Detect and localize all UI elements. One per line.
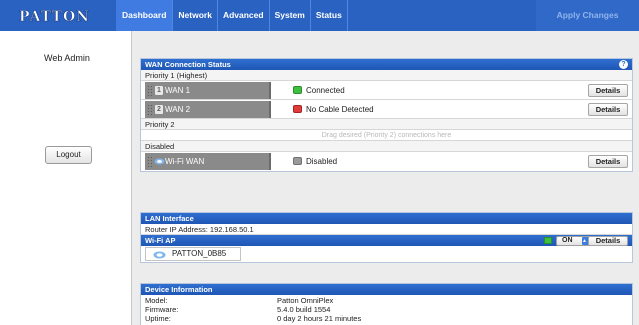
wifi-icon — [153, 251, 166, 259]
connection-status: Disabled — [293, 156, 337, 167]
wifi-ap-row: PATTON_0B85 — [141, 246, 632, 262]
wan-1-details-button[interactable]: Details — [588, 84, 628, 97]
wan-2-drag-handle[interactable]: 2 WAN 2 — [145, 101, 271, 118]
grip-icon — [147, 156, 153, 167]
connection-name: WAN 1 — [165, 86, 191, 95]
number-2-icon: 2 — [155, 105, 163, 114]
wifi-icon — [154, 158, 165, 165]
wifi-ap-header: Wi-Fi AP ON ▲▼ Details — [141, 235, 632, 246]
status-text: Disabled — [306, 157, 338, 166]
wifi-wan-row: Wi-Fi WAN Disabled Details — [141, 152, 632, 171]
panel-header: Device Information — [141, 284, 632, 295]
wifi-ap-details-button[interactable]: Details — [588, 236, 628, 246]
patton-logo: PATTON — [19, 9, 90, 24]
sidebar-title: Web Admin — [44, 53, 90, 63]
wan-1-drag-handle[interactable]: 1 WAN 1 — [145, 82, 271, 99]
panel-header: WAN Connection Status ? — [141, 59, 632, 70]
logout-button[interactable]: Logout — [45, 146, 92, 164]
tab-advanced[interactable]: Advanced — [218, 0, 269, 31]
priority-2-label: Priority 2 — [141, 119, 632, 130]
wan-2-details-button[interactable]: Details — [588, 103, 628, 116]
wan-2-row: 2 WAN 2 No Cable Detected Details — [141, 100, 632, 119]
priority-2-drop-zone[interactable]: Drag desired (Priority 2) connections he… — [141, 130, 632, 141]
wifi-ap-status-led-icon — [544, 237, 552, 244]
info-key: Firmware: — [145, 305, 179, 314]
tab-status[interactable]: Status — [311, 0, 347, 31]
grip-icon — [147, 104, 153, 115]
wifi-wan-details-button[interactable]: Details — [588, 155, 628, 168]
info-value: Patton OmniPlex — [277, 296, 334, 305]
svg-text:PATTON: PATTON — [19, 9, 90, 24]
panel-title: WAN Connection Status — [145, 60, 231, 69]
ssid-cell: PATTON_0B85 — [145, 247, 241, 261]
info-value: 5.4.0 build 1554 — [277, 305, 331, 314]
tab-dashboard[interactable]: Dashboard — [116, 0, 173, 31]
priority-1-label: Priority 1 (Highest) — [141, 70, 632, 81]
tab-network[interactable]: Network — [173, 0, 217, 31]
sidebar: Web Admin Logout — [0, 31, 130, 325]
dashboard-content: WAN Connection Status ? Priority 1 (High… — [131, 31, 639, 325]
wan-1-row: 1 WAN 1 Connected Details — [141, 81, 632, 100]
top-navigation-bar: PATTON Dashboard Network Advanced System… — [0, 0, 639, 31]
nav-divider — [346, 0, 348, 31]
device-info-row: Firmware: 5.4.0 build 1554 — [141, 305, 632, 314]
connection-status: No Cable Detected — [293, 104, 374, 115]
status-led-icon — [293, 105, 302, 113]
wifi-wan-drag-handle[interactable]: Wi-Fi WAN — [145, 153, 271, 170]
panel-title: Device Information — [145, 285, 213, 294]
lan-interface-panel: LAN Interface Router IP Address: 192.168… — [140, 212, 633, 263]
status-text: No Cable Detected — [306, 105, 374, 114]
status-led-icon — [293, 86, 302, 94]
help-icon[interactable]: ? — [619, 60, 628, 69]
connection-name: Wi-Fi WAN — [165, 157, 205, 166]
status-text: Connected — [306, 86, 345, 95]
ssid-name: PATTON_0B85 — [172, 249, 227, 258]
connection-name: WAN 2 — [165, 105, 191, 114]
device-info-row: Uptime: 0 day 2 hours 21 minutes — [141, 314, 632, 323]
panel-title: LAN Interface — [145, 214, 194, 223]
main-nav: Dashboard Network Advanced System Status — [116, 0, 348, 31]
tab-system[interactable]: System — [270, 0, 310, 31]
number-1-icon: 1 — [155, 86, 163, 95]
connection-status: Connected — [293, 85, 345, 96]
grip-icon — [147, 85, 153, 96]
device-information-panel: Device Information Model: Patton OmniPle… — [140, 283, 633, 325]
wan-connection-panel: WAN Connection Status ? Priority 1 (High… — [140, 58, 633, 172]
panel-title: Wi-Fi AP — [145, 236, 176, 245]
panel-header: LAN Interface — [141, 213, 632, 224]
router-ip-address: Router IP Address: 192.168.50.1 — [141, 224, 632, 235]
info-key: Uptime: — [145, 314, 171, 323]
apply-changes-button[interactable]: Apply Changes — [536, 0, 639, 31]
device-info-row: Model: Patton OmniPlex — [141, 296, 632, 305]
disabled-label: Disabled — [141, 141, 632, 152]
status-led-icon — [293, 157, 302, 165]
select-value: ON — [562, 237, 573, 244]
wifi-ap-state-select[interactable]: ON ▲▼ — [556, 236, 592, 246]
info-value: 0 day 2 hours 21 minutes — [277, 314, 362, 323]
info-key: Model: — [145, 296, 168, 305]
